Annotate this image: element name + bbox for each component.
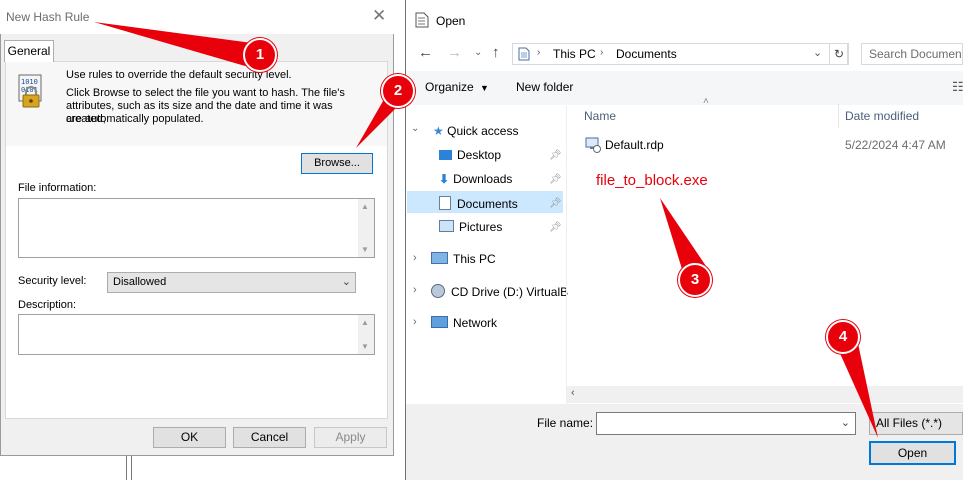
arrow-1 (94, 22, 260, 68)
callout-label: file_to_block.exe (596, 172, 708, 189)
step-marker-3: 3 (678, 263, 712, 297)
step-marker-1: 1 (243, 38, 277, 72)
step-marker-2: 2 (381, 74, 415, 108)
annotation-overlay (94, 22, 878, 438)
step-marker-4: 4 (826, 320, 860, 354)
